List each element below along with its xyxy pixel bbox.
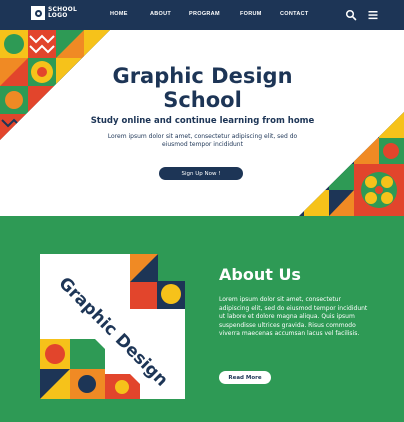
about-section: Graphic Design About Us Lorem ipsum dolo… (0, 216, 404, 422)
school-logo[interactable]: SCHOOL LOGO (31, 6, 77, 20)
nav-home-link[interactable]: HOME (110, 11, 128, 17)
about-description: Lorem ipsum dolor sit amet, consectetur … (219, 296, 368, 337)
about-graphic-card: Graphic Design (40, 254, 185, 399)
nav-forum-link[interactable]: FORUM (240, 11, 262, 17)
nav-program-link[interactable]: PROGRAM (189, 11, 220, 17)
geometric-pattern-right-image (299, 112, 404, 216)
top-navbar: SCHOOL LOGO HOME ABOUT PROGRAM FORUM CON… (0, 0, 404, 30)
hero-description: Lorem ipsum dolor sit amet, consectetur … (107, 133, 298, 148)
nav-about-link[interactable]: ABOUT (150, 11, 171, 17)
hamburger-menu-icon[interactable] (367, 9, 379, 21)
graphic-design-illustration: Graphic Design (40, 254, 185, 399)
logo-text: SCHOOL LOGO (48, 5, 77, 19)
hero-title: Graphic Design School (112, 64, 293, 112)
sign-up-button[interactable]: Sign Up Now ! (159, 167, 243, 180)
about-title: About Us (219, 265, 301, 284)
hero-section: Graphic Design School Study online and c… (0, 30, 404, 216)
logo-mark-icon (31, 6, 45, 20)
search-icon[interactable] (345, 9, 357, 21)
nav-contact-link[interactable]: CONTACT (280, 11, 309, 17)
read-more-button[interactable]: Read More (219, 371, 271, 384)
